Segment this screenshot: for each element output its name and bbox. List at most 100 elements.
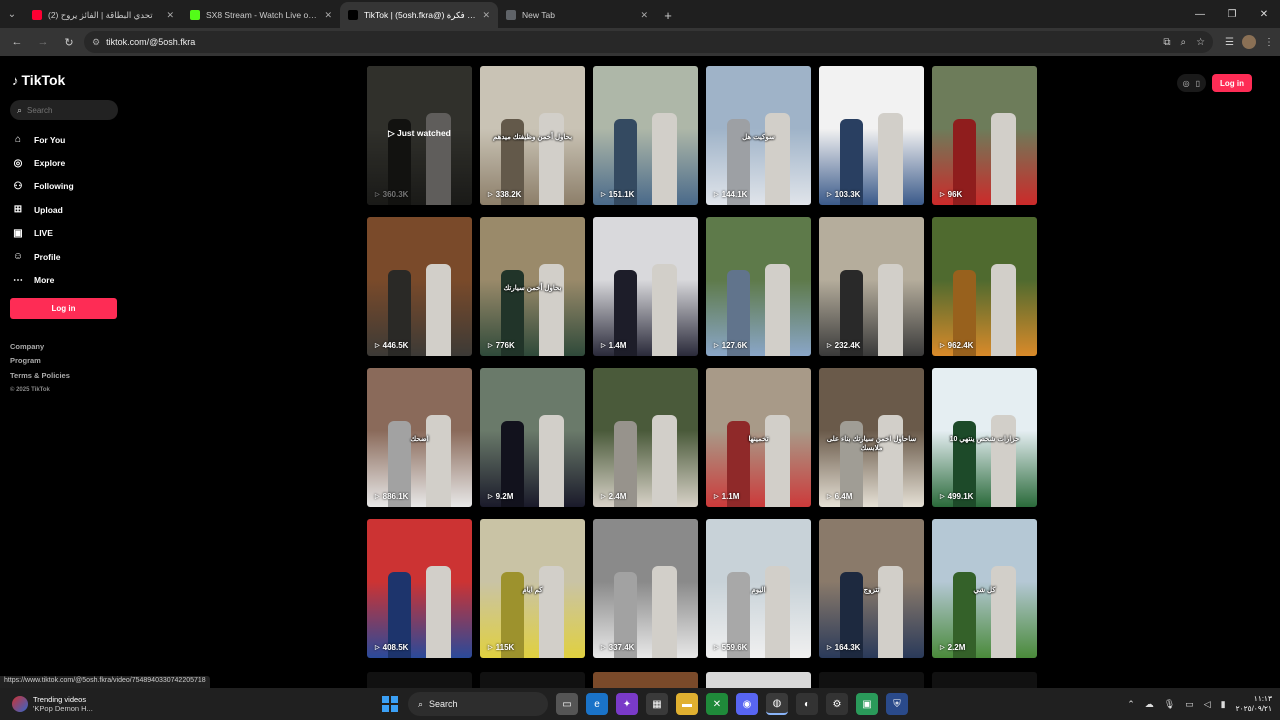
video-card[interactable]: ▷ 1.4M bbox=[593, 217, 698, 356]
site-info-icon[interactable]: ⚙ bbox=[92, 37, 100, 48]
cloud-icon[interactable]: ☁ bbox=[1145, 699, 1154, 710]
video-card[interactable]: كل شي ▷ 2.2M bbox=[932, 519, 1037, 658]
profile-avatar[interactable] bbox=[1242, 35, 1256, 49]
video-card[interactable]: تتزوج ▷ 164.3K bbox=[819, 519, 924, 658]
sidebar-item-more[interactable]: ⋯ More bbox=[12, 268, 74, 291]
back-icon[interactable]: ← bbox=[6, 31, 28, 53]
tab-close-icon[interactable]: ✕ bbox=[640, 10, 648, 21]
video-card[interactable]: ساحاول اخمن سيارتك بناء على ملابسك ▷ 6.4M bbox=[819, 368, 924, 507]
bookmark-star-icon[interactable]: ☆ bbox=[1196, 37, 1205, 48]
steam-icon[interactable]: ◐ bbox=[796, 693, 818, 715]
video-card-partial[interactable] bbox=[367, 672, 472, 688]
browser-tab[interactable]: SX8 Stream - Watch Live on Kick ✕ bbox=[182, 2, 340, 28]
browser-tab[interactable]: New Tab ✕ bbox=[498, 2, 656, 28]
video-card[interactable]: اليوم ▷ 559.6K bbox=[706, 519, 811, 658]
close-window-icon[interactable]: ✕ bbox=[1248, 0, 1280, 28]
video-card[interactable]: ▷ 96K bbox=[932, 66, 1037, 205]
header-login-button[interactable]: Log in bbox=[1212, 74, 1252, 92]
app-icon[interactable]: ▣ bbox=[856, 693, 878, 715]
video-grid-next-row bbox=[367, 672, 1039, 688]
video-card[interactable]: اضحك ▷ 886.1K bbox=[367, 368, 472, 507]
clock[interactable]: ١١:١٣ ٢٠٢٥/٠٩/٢١ bbox=[1236, 694, 1272, 714]
tab-close-icon[interactable]: ✕ bbox=[482, 10, 490, 21]
new-tab-button[interactable]: + bbox=[656, 2, 680, 28]
video-card[interactable]: ▷ 103.3K bbox=[819, 66, 924, 205]
video-card[interactable]: ▷ 9.2M bbox=[480, 368, 585, 507]
extensions-icon[interactable]: ☰ bbox=[1225, 37, 1234, 48]
video-card[interactable]: ▷ 151.1K bbox=[593, 66, 698, 205]
network-icon[interactable]: ▭ bbox=[1185, 699, 1194, 710]
coin-icon[interactable]: ◎ bbox=[1183, 79, 1190, 88]
view-count: ▷ 446.5K bbox=[375, 341, 409, 350]
video-card[interactable]: ▷ Just watched ▷ 360.3K bbox=[367, 66, 472, 205]
tab-search-icon[interactable]: ⌄ bbox=[0, 0, 24, 28]
battery-icon[interactable]: ▮ bbox=[1221, 699, 1226, 710]
forward-icon[interactable]: → bbox=[32, 31, 54, 53]
video-card-partial[interactable] bbox=[593, 672, 698, 688]
video-card-partial[interactable] bbox=[932, 672, 1037, 688]
widgets-button[interactable]: Trending videos 'KPop Demon H... bbox=[12, 695, 152, 713]
video-card-partial[interactable] bbox=[819, 672, 924, 688]
video-card[interactable]: كم ايام ▷ 115K bbox=[480, 519, 585, 658]
settings-icon[interactable]: ⚙ bbox=[826, 693, 848, 715]
video-card[interactable]: تخمينها ▷ 1.1M bbox=[706, 368, 811, 507]
install-app-icon[interactable]: ⧉ bbox=[1163, 37, 1170, 48]
file-explorer-icon[interactable]: ▬ bbox=[676, 693, 698, 715]
tiktok-logo[interactable]: ♪ TikTok bbox=[12, 72, 65, 88]
browser-tab[interactable]: TikTok | (5osh.fkra@) خوش فكرة ✕ bbox=[340, 2, 498, 28]
sidebar-item-explore[interactable]: ◎ Explore bbox=[12, 151, 74, 174]
video-card[interactable]: ▷ 2.4M bbox=[593, 368, 698, 507]
copilot-icon[interactable]: ✦ bbox=[616, 693, 638, 715]
video-card[interactable]: ▷ 962.4K bbox=[932, 217, 1037, 356]
chevron-up-icon[interactable]: ⌃ bbox=[1127, 699, 1135, 710]
xbox-icon[interactable]: ✕ bbox=[706, 693, 728, 715]
video-card[interactable]: ▷ 127.6K bbox=[706, 217, 811, 356]
header-icon-group: ◎ ▯ bbox=[1176, 74, 1206, 92]
video-card-partial[interactable] bbox=[480, 672, 585, 688]
person-figure bbox=[425, 566, 451, 658]
video-card[interactable]: ▷ 232.4K bbox=[819, 217, 924, 356]
tab-close-icon[interactable]: ✕ bbox=[324, 10, 332, 21]
search-box[interactable]: ⌕ bbox=[10, 100, 118, 120]
video-card[interactable]: بحاول أخمن سيارتك ▷ 776K bbox=[480, 217, 585, 356]
footer-program-link[interactable]: Program bbox=[10, 354, 70, 368]
maximize-icon[interactable]: ❐ bbox=[1216, 0, 1248, 28]
device-icon[interactable]: ▯ bbox=[1196, 79, 1200, 88]
browser-menu-icon[interactable]: ⋮ bbox=[1264, 37, 1274, 48]
video-card[interactable]: بحاول أخمن وظيفتك ميدهم ▷ 338.2K bbox=[480, 66, 585, 205]
header-actions: ◎ ▯ Log in bbox=[1176, 74, 1252, 92]
minimize-icon[interactable]: — bbox=[1184, 0, 1216, 28]
search-input[interactable] bbox=[27, 105, 108, 115]
sidebar-item-following[interactable]: ⚇ Following bbox=[12, 175, 74, 198]
reload-icon[interactable]: ↻ bbox=[58, 31, 80, 53]
url-input[interactable]: ⚙ tiktok.com/@5osh.fkra ⧉ ⌕ ☆ bbox=[84, 31, 1214, 53]
video-card[interactable]: ▷ 446.5K bbox=[367, 217, 472, 356]
taskbar-search[interactable]: ⌕ Search bbox=[408, 692, 548, 716]
video-card[interactable]: 10 حزارات شخص ينتهي ▷ 499.1K bbox=[932, 368, 1037, 507]
edge-icon[interactable]: e bbox=[586, 693, 608, 715]
microphone-icon[interactable]: 🎙 bbox=[1164, 699, 1175, 710]
sidebar-item-upload[interactable]: ⊞ Upload bbox=[12, 198, 74, 221]
sidebar-item-for-you[interactable]: ⌂ For You bbox=[12, 128, 74, 151]
task-view-icon[interactable]: ▭ bbox=[556, 693, 578, 715]
video-card[interactable]: ▷ 337.4K bbox=[593, 519, 698, 658]
discord-icon[interactable]: ◉ bbox=[736, 693, 758, 715]
windows-start-icon[interactable] bbox=[380, 694, 400, 714]
footer-terms-link[interactable]: Terms & Policies bbox=[10, 369, 70, 383]
chrome-icon[interactable]: ◍ bbox=[766, 693, 788, 715]
sidebar-login-button[interactable]: Log in bbox=[10, 298, 117, 319]
video-card[interactable]: سوكيت هل ▷ 144.1K bbox=[706, 66, 811, 205]
shield-icon[interactable]: ⛨ bbox=[886, 693, 908, 715]
video-card[interactable]: ▷ 408.5K bbox=[367, 519, 472, 658]
footer-company-link[interactable]: Company bbox=[10, 340, 70, 354]
play-icon: ▷ bbox=[827, 494, 832, 500]
play-icon: ▷ bbox=[827, 192, 832, 198]
video-card-partial[interactable] bbox=[706, 672, 811, 688]
browser-tab[interactable]: (2) تحدي البطاقة | الفائز يروح ✕ bbox=[24, 2, 182, 28]
volume-icon[interactable]: ◁ bbox=[1204, 699, 1211, 710]
sidebar-item-live[interactable]: ▣ LIVE bbox=[12, 222, 74, 245]
tab-close-icon[interactable]: ✕ bbox=[166, 10, 174, 21]
sidebar-item-profile[interactable]: ☺ Profile bbox=[12, 245, 74, 268]
zoom-icon[interactable]: ⌕ bbox=[1180, 37, 1186, 48]
store-icon[interactable]: ▦ bbox=[646, 693, 668, 715]
